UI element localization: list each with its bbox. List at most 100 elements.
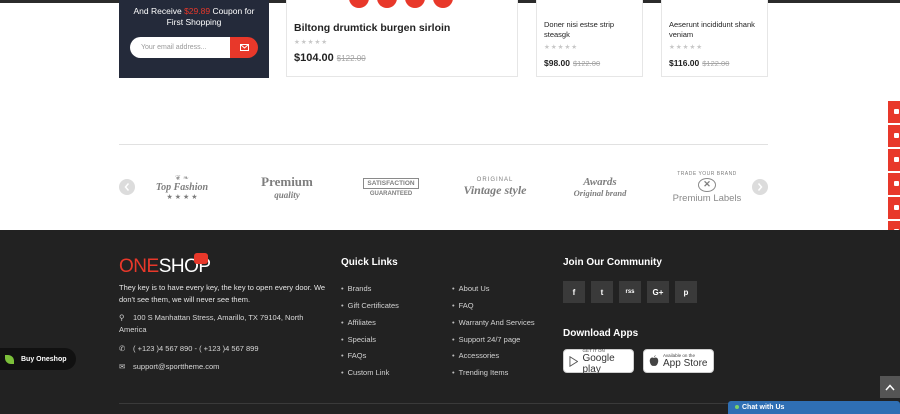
price-current: $104.00 — [294, 52, 334, 64]
footer-link[interactable]: Support 24/7 page — [452, 335, 521, 344]
chevron-up-icon — [885, 383, 895, 390]
rating-stars: ★★★★★ — [294, 39, 329, 46]
google-plus-button[interactable]: G+ — [647, 281, 669, 303]
google-play-button[interactable]: GET IT ON Google play — [563, 348, 634, 375]
footer-link[interactable]: Affiliates — [341, 318, 376, 327]
brand-logo-premium-labels[interactable]: TRADE YOUR BRAND ✕ Premium Labels — [664, 163, 750, 211]
footer-link[interactable]: Custom Link — [341, 368, 390, 377]
footer-address: ⚲ 100 S Manhattan Stress, Amarillo, TX 79… — [119, 312, 329, 336]
app-store-text: App Store — [663, 358, 708, 369]
brand-logo-vintage-style[interactable]: ORIGINAL Vintage style — [458, 163, 532, 211]
wishlist-button[interactable] — [377, 0, 397, 8]
phone-text: ( +123 )4 567 890 - ( +123 )4 567 899 — [133, 344, 259, 353]
product-name[interactable]: Aeserunt incididunt shank veniam — [669, 20, 764, 40]
footer-link[interactable]: FAQ — [452, 301, 474, 310]
map-pin-icon: ⚲ — [119, 313, 125, 322]
footer-link[interactable]: About Us — [452, 284, 490, 293]
product-price: $104.00 $122.00 — [294, 52, 366, 64]
brand-divider — [119, 144, 768, 145]
rss-button[interactable]: rss — [619, 281, 641, 303]
envelope-icon — [239, 44, 249, 51]
newsletter-email-input[interactable]: Your email address... — [130, 37, 230, 58]
brand-logo-sub: GUARANTEED — [369, 190, 413, 197]
brand-logo-satisfaction[interactable]: SATISFACTION GUARANTEED — [358, 163, 424, 211]
google-play-icon — [569, 355, 579, 367]
newsletter-text: And Receive $29.89 Coupon for First Shop… — [125, 6, 263, 28]
add-to-cart-button[interactable] — [433, 0, 453, 8]
chat-label: Chat with Us — [742, 404, 785, 411]
brand-logo-text: Vintage style — [463, 182, 527, 197]
product-name[interactable]: Biltong drumtick burgen sirloin — [294, 22, 450, 34]
logo-badge-icon — [194, 253, 208, 264]
brand-logo-sub: TRADE YOUR BRAND — [677, 170, 737, 177]
x-emblem-icon: ✕ — [698, 177, 716, 192]
brand-prev-button[interactable] — [119, 179, 135, 195]
email-text[interactable]: support@sporttheme.com — [133, 362, 219, 371]
footer-link[interactable]: Brands — [341, 284, 372, 293]
gear-icon — [894, 205, 899, 210]
logo-one: ONE — [119, 256, 159, 277]
laurel-decoration: ❦ ❧ — [175, 174, 189, 182]
side-tab-wishlist[interactable] — [888, 149, 900, 172]
online-status-icon — [735, 405, 739, 410]
brand-logo-awards[interactable]: Awards Original brand — [560, 163, 640, 211]
rating-stars: ★★★★★ — [669, 44, 704, 51]
chevron-right-icon — [757, 183, 763, 191]
footer-email[interactable]: ✉ support@sporttheme.com — [119, 361, 329, 373]
price-current: $116.00 — [669, 58, 700, 68]
price-old: $122.00 — [702, 59, 730, 68]
brand-logo-top-fashion[interactable]: ❦ ❧ Top Fashion ★ ★ ★ ★ — [148, 163, 216, 211]
rating-stars: ★★★★★ — [544, 44, 579, 51]
product-price: $116.00 $122.00 — [669, 58, 729, 68]
newsletter-submit-button[interactable] — [230, 37, 258, 58]
side-tab-settings[interactable] — [888, 197, 900, 220]
leaf-icon — [5, 354, 14, 364]
mail-icon: ✉ — [119, 362, 126, 371]
footer-link[interactable]: Gift Certificates — [341, 301, 399, 310]
side-tab-compare[interactable] — [888, 173, 900, 196]
phone-icon: ✆ — [119, 344, 126, 353]
compare-icon — [894, 181, 899, 186]
footer-link[interactable]: Warranty And Services — [452, 318, 535, 327]
side-tab-cart[interactable] — [888, 101, 900, 124]
chevron-left-icon — [124, 183, 130, 191]
brand-logo-sub: Original brand — [573, 188, 627, 198]
quick-links-title: Quick Links — [341, 257, 398, 268]
footer-link[interactable]: FAQs — [341, 351, 367, 360]
side-tab-account[interactable] — [888, 125, 900, 148]
footer-link[interactable]: Accessories — [452, 351, 499, 360]
compare-button[interactable] — [405, 0, 425, 8]
apple-icon — [649, 355, 659, 366]
facebook-button[interactable]: f — [563, 281, 585, 303]
brand-logo-sub: ★ ★ ★ ★ — [166, 193, 198, 201]
brand-logo-sub: quality — [274, 190, 300, 200]
chat-widget[interactable]: Chat with Us — [728, 401, 900, 414]
back-to-top-button[interactable] — [880, 376, 900, 398]
quick-view-button[interactable] — [349, 0, 369, 8]
product-card[interactable]: Doner nisi estse strip steasgk ★★★★★ $98… — [536, 0, 643, 77]
brand-logo-premium-quality[interactable]: Premium quality — [252, 163, 322, 211]
footer-link[interactable]: Trending Items — [452, 368, 509, 377]
heart-icon — [894, 157, 899, 162]
user-icon — [894, 133, 899, 138]
cart-icon — [894, 109, 899, 114]
product-price: $98.00 $122.00 — [544, 58, 600, 68]
app-store-button[interactable]: Available on the App Store — [643, 349, 714, 373]
brand-logo-text: Premium — [261, 174, 313, 189]
newsletter-text-prefix: And Receive — [133, 6, 182, 16]
brand-next-button[interactable] — [752, 179, 768, 195]
brand-logo-text: Top Fashion — [155, 181, 209, 193]
twitter-button[interactable]: t — [591, 281, 613, 303]
product-card[interactable]: Biltong drumtick burgen sirloin ★★★★★ $1… — [286, 0, 518, 77]
footer-about-text: They key is to have every key, the key t… — [119, 283, 326, 304]
pinterest-button[interactable]: p — [675, 281, 697, 303]
brand-logo-text: SATISFACTION — [363, 177, 419, 189]
site-footer: ONESHOP They key is to have every key, t… — [0, 230, 900, 414]
footer-link[interactable]: Specials — [341, 335, 376, 344]
product-card[interactable]: Aeserunt incididunt shank veniam ★★★★★ $… — [661, 0, 768, 77]
product-name[interactable]: Doner nisi estse strip steasgk — [544, 20, 636, 40]
buy-oneshop-button[interactable]: Buy Oneshop — [0, 348, 76, 370]
brand-logo-text: Premium Labels — [672, 192, 742, 204]
address-text: 100 S Manhattan Stress, Amarillo, TX 791… — [119, 313, 304, 334]
footer-phone: ✆ ( +123 )4 567 890 - ( +123 )4 567 899 — [119, 343, 329, 355]
